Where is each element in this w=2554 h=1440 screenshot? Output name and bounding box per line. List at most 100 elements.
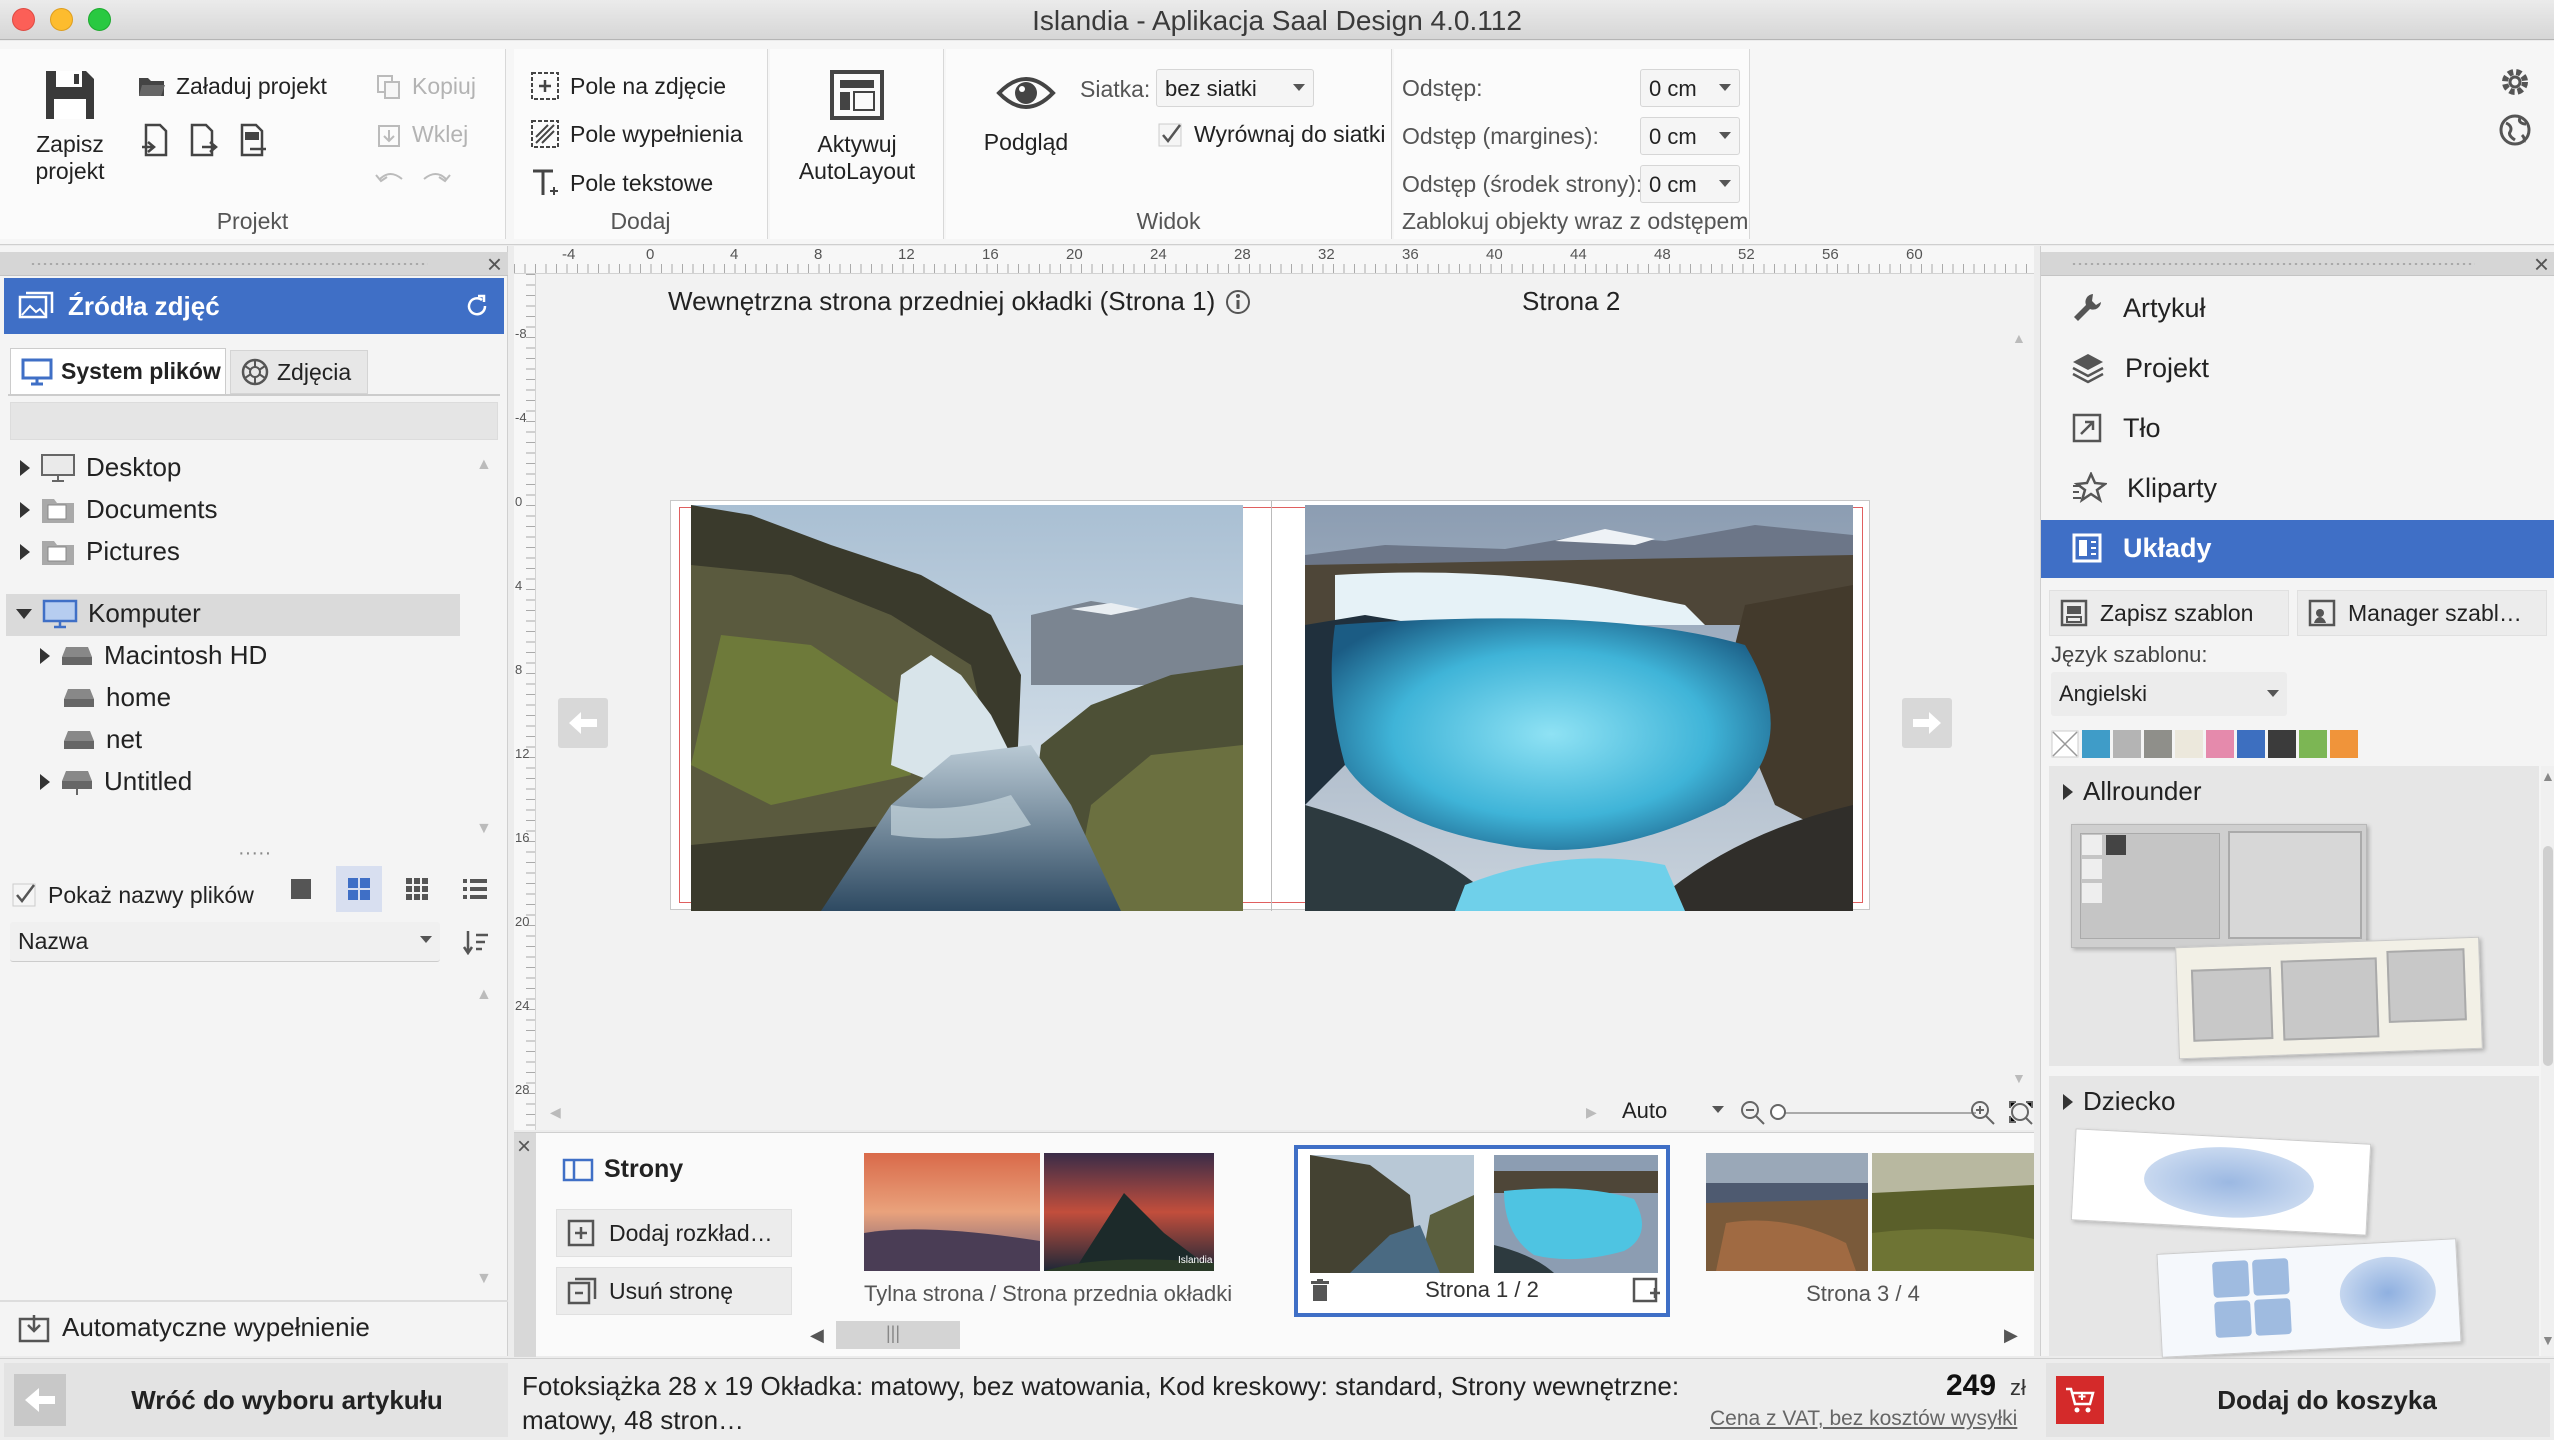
templates-scroll-up-icon[interactable]: ▲ xyxy=(2541,768,2554,784)
tree-item-komputer[interactable]: Komputer xyxy=(16,598,201,629)
canvas-scroll-down-icon[interactable]: ▼ xyxy=(2012,1070,2026,1086)
info-icon[interactable] xyxy=(1225,289,1251,315)
gear-icon[interactable] xyxy=(2498,65,2532,99)
expand-arrow-icon[interactable] xyxy=(2063,1093,2073,1110)
page-spread[interactable] xyxy=(670,500,1870,911)
color-swatch[interactable] xyxy=(2175,730,2203,758)
color-swatch[interactable] xyxy=(2144,730,2172,758)
template-thumb-3[interactable] xyxy=(2070,1128,2372,1236)
strip-side-handle[interactable]: × xyxy=(514,1133,536,1357)
menu-uklady[interactable]: Układy xyxy=(2041,520,2554,578)
color-swatch[interactable] xyxy=(2113,730,2141,758)
menu-tlo[interactable]: Tło xyxy=(2071,412,2161,444)
expand-arrow-icon[interactable] xyxy=(20,501,30,518)
autolayout-button[interactable]: Aktywuj AutoLayout xyxy=(770,69,944,185)
grid-select[interactable]: bez siatki xyxy=(1156,69,1314,107)
template-language-select[interactable]: Angielski xyxy=(2051,672,2287,716)
menu-artykul[interactable]: Artykuł xyxy=(2071,292,2206,324)
splitter-handle[interactable]: ····· xyxy=(238,842,271,865)
menu-projekt[interactable]: Projekt xyxy=(2071,352,2209,384)
prev-page-button[interactable] xyxy=(558,698,608,748)
import-page-icon[interactable] xyxy=(140,123,170,157)
view-list-button[interactable] xyxy=(452,866,498,912)
globe-icon[interactable] xyxy=(2498,113,2532,147)
next-page-button[interactable] xyxy=(1902,698,1952,748)
path-bar[interactable] xyxy=(10,402,498,440)
add-spread-button[interactable]: Dodaj rozkład… xyxy=(556,1209,792,1257)
back-to-articles-button[interactable]: Wróć do wyboru artykułu xyxy=(4,1363,508,1437)
gap-select[interactable]: 0 cm xyxy=(1640,69,1740,107)
color-swatch[interactable] xyxy=(2237,730,2265,758)
page-thumb-3-4[interactable]: Strona 3 / 4 xyxy=(1692,1153,2034,1323)
page-thumb-1-2[interactable]: Strona 1 / 2 xyxy=(1294,1145,1670,1317)
sort-direction-button[interactable] xyxy=(454,922,498,962)
canvas-scroll-right-icon[interactable]: ▶ xyxy=(1586,1104,1597,1121)
color-swatch[interactable] xyxy=(2082,730,2110,758)
tree-item-home[interactable]: home xyxy=(62,682,171,713)
copy-button[interactable]: Kopiuj xyxy=(376,73,476,100)
tree-item-pictures[interactable]: Pictures xyxy=(20,536,180,567)
menu-kliparty[interactable]: Kliparty xyxy=(2071,472,2217,504)
tab-system-plikow[interactable]: System plików xyxy=(10,348,226,394)
page-thumb-cover[interactable]: Islandia Tylna strona / Strona przednia … xyxy=(864,1153,1232,1323)
files-scroll-up-icon[interactable]: ▲ xyxy=(476,986,492,1004)
color-swatch[interactable] xyxy=(2299,730,2327,758)
expand-arrow-icon[interactable] xyxy=(2063,783,2073,800)
templates-scroll-down-icon[interactable]: ▼ xyxy=(2541,1332,2554,1348)
zoom-slider-thumb[interactable] xyxy=(1770,1104,1786,1120)
sort-select[interactable]: Nazwa xyxy=(10,922,440,962)
canvas-scroll-up-icon[interactable]: ▲ xyxy=(2012,330,2026,346)
preview-button[interactable]: Podgląd xyxy=(966,71,1086,156)
allrounder-header[interactable]: Allrounder xyxy=(2063,776,2202,807)
editor-canvas[interactable]: -4 0 4 8 12 16 20 24 28 32 36 40 44 48 52 56 60 -8 -4 0 4 8 1… xyxy=(514,246,2034,1130)
panel-drag-handle[interactable]: × xyxy=(0,249,508,279)
tree-scroll-up-icon[interactable]: ▲ xyxy=(476,456,492,474)
photo-blue-river[interactable] xyxy=(1305,505,1853,911)
margins-select[interactable]: 0 cm xyxy=(1640,117,1740,155)
strip-scroll-left-icon[interactable]: ◀ xyxy=(810,1325,824,1346)
template-thumb-4[interactable] xyxy=(2156,1238,2462,1358)
add-text-field-button[interactable]: Pole tekstowe xyxy=(530,167,713,199)
tree-item-macintosh-hd[interactable]: Macintosh HD xyxy=(40,640,267,671)
add-to-cart-button[interactable]: Dodaj do koszyka xyxy=(2046,1363,2550,1437)
close-icon[interactable]: × xyxy=(487,249,502,280)
undo-icon[interactable] xyxy=(374,167,406,187)
view-small-button[interactable] xyxy=(394,866,440,912)
color-swatch[interactable] xyxy=(2268,730,2296,758)
close-icon[interactable]: × xyxy=(517,1133,531,1161)
align-grid-checkbox[interactable]: Wyrównaj do siatki xyxy=(1158,121,1386,148)
template-manager-button[interactable]: Manager szabl… xyxy=(2297,590,2547,636)
autofill-button[interactable]: Automatyczne wypełnienie xyxy=(18,1312,370,1343)
zoom-fit-icon[interactable] xyxy=(2008,1100,2034,1126)
dziecko-header[interactable]: Dziecko xyxy=(2063,1086,2175,1117)
close-icon[interactable]: × xyxy=(2534,249,2549,280)
template-thumb-1[interactable] xyxy=(2071,824,2367,948)
template-thumb-2[interactable] xyxy=(2175,936,2483,1060)
color-swatch[interactable] xyxy=(2330,730,2358,758)
tab-zdjecia[interactable]: Zdjęcia xyxy=(230,350,368,394)
canvas-scroll-left-icon[interactable]: ◀ xyxy=(550,1104,561,1121)
show-filenames-checkbox[interactable]: Pokaż nazwy plików xyxy=(12,882,254,909)
load-project-button[interactable]: Załaduj projekt xyxy=(138,73,327,100)
no-color-icon[interactable] xyxy=(2051,730,2079,758)
templates-scrollbar-thumb[interactable] xyxy=(2543,846,2553,1066)
view-medium-button[interactable] xyxy=(336,866,382,912)
add-photo-field-button[interactable]: Pole na zdjęcie xyxy=(530,71,726,101)
add-after-icon[interactable] xyxy=(1632,1277,1662,1303)
remove-page-button[interactable]: Usuń stronę xyxy=(556,1267,792,1315)
tree-item-net[interactable]: net xyxy=(62,724,142,755)
view-large-button[interactable] xyxy=(278,866,324,912)
refresh-icon[interactable] xyxy=(464,293,490,319)
paste-button[interactable]: Wklej xyxy=(376,121,468,148)
color-swatch[interactable] xyxy=(2206,730,2234,758)
vat-note-link[interactable]: Cena z VAT, bez kosztów wysyłki xyxy=(1710,1407,2017,1431)
tree-item-desktop[interactable]: Desktop xyxy=(20,452,181,483)
expand-arrow-icon[interactable] xyxy=(20,543,30,560)
export-pdf-icon[interactable] xyxy=(236,123,270,157)
tree-scroll-down-icon[interactable]: ▼ xyxy=(476,820,492,838)
tree-item-untitled[interactable]: Untitled xyxy=(40,766,192,797)
center-select[interactable]: 0 cm xyxy=(1640,165,1740,203)
collapse-arrow-icon[interactable] xyxy=(16,608,32,619)
export-page-icon[interactable] xyxy=(188,123,218,157)
files-scroll-down-icon[interactable]: ▼ xyxy=(476,1270,492,1288)
